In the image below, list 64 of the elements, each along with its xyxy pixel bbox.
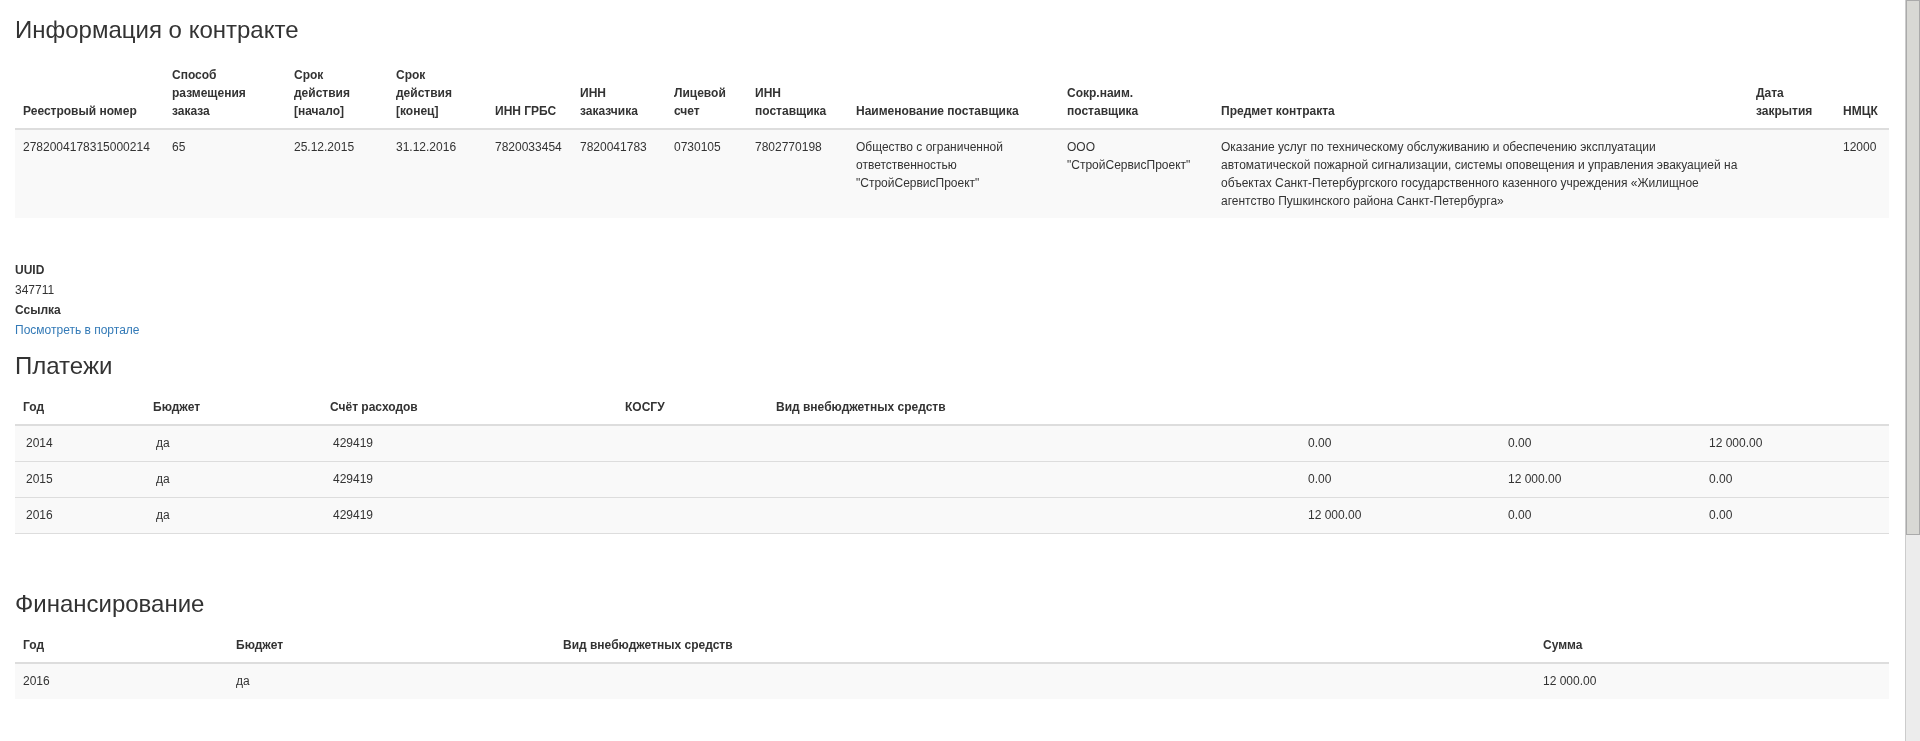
table-cell: 0.00 — [1308, 436, 1332, 450]
table-cell: 2016 — [26, 507, 53, 522]
field-value: 347711 — [15, 282, 55, 299]
column-header: Сокр.наим. поставщика — [1067, 86, 1139, 118]
column-header: Наименование поставщика — [856, 104, 1019, 118]
column-header: Лицевой счет — [674, 86, 726, 118]
column-header: Сумма — [1543, 637, 1583, 652]
column-header: Бюджет — [153, 400, 201, 414]
column-header: Вид внебюджетных средств — [563, 637, 733, 652]
table-cell: Оказание услуг по техническому обслуживанию и обеспечению эксплуатации автоматической пожарной сигнализации, системы оповещения и управления эвакуацией на объектах Санкт-Петербургского государственного казенного учреждения «Жилищное агентство Пушкинского района Санкт-Петербурга» — [1221, 140, 1738, 208]
column-header: ИНН заказчика — [580, 86, 638, 118]
column-header: КОСГУ — [625, 400, 665, 414]
column-header: Бюджет — [236, 637, 284, 652]
column-header: Год — [23, 400, 44, 414]
column-header: ИНН ГРБС — [495, 104, 557, 118]
field-label: Ссылка — [15, 302, 61, 319]
table-cell: 7820041783 — [580, 140, 647, 154]
table-cell: 12 000.00 — [1709, 436, 1763, 450]
table-cell: 31.12.2016 — [396, 140, 457, 154]
portal-link[interactable]: Посмотреть в портале — [15, 320, 140, 340]
table-cell: 0.00 — [1308, 471, 1332, 486]
column-header: Счёт расходов — [330, 400, 418, 414]
table-cell: 0.00 — [1709, 471, 1733, 486]
column-header: Дата закрытия — [1756, 86, 1813, 118]
section-heading: Финансирование — [15, 589, 206, 618]
table-cell: 25.12.2015 — [294, 140, 355, 154]
table-cell: 65 — [172, 140, 186, 154]
table-cell: да — [156, 471, 170, 486]
table-cell: 7820033454 — [495, 140, 562, 154]
column-header: НМЦК — [1843, 104, 1878, 118]
section-heading: Информация о контракте — [15, 16, 300, 44]
table-cell: 12 000.00 — [1508, 471, 1562, 486]
table-cell: Общество с ограниченной ответственностью "СтройСервисПроект" — [856, 140, 1003, 190]
table-cell: 0.00 — [1709, 507, 1733, 522]
column-header: ИНН поставщика — [755, 86, 827, 118]
field-label: UUID — [15, 262, 45, 279]
column-header: Год — [23, 637, 44, 652]
table-cell: да — [156, 507, 170, 522]
column-header: Реестровый номер — [23, 104, 137, 118]
table-cell: 0.00 — [1508, 507, 1532, 522]
table-cell: 0.00 — [1508, 436, 1532, 450]
table-cell: 0730105 — [674, 140, 721, 154]
table-cell: 2782004178315000214 — [23, 140, 150, 154]
table-cell: да — [156, 436, 170, 450]
table-cell: 2015 — [26, 471, 53, 486]
table-cell: 429419 — [333, 471, 374, 486]
column-header: Срок действия [начало] — [294, 68, 350, 118]
column-header: Предмет контракта — [1221, 104, 1335, 118]
column-header: Срок действия [конец] — [396, 68, 452, 118]
scrollbar[interactable] — [1905, 0, 1920, 741]
table-cell: 12 000.00 — [1543, 673, 1597, 688]
table-cell: ООО "СтройСервисПроект" — [1067, 140, 1191, 172]
table-cell: да — [236, 673, 250, 688]
table-cell: 2014 — [26, 436, 53, 450]
column-header: Способ размещения заказа — [172, 68, 246, 118]
scrollbar-thumb[interactable] — [1906, 0, 1920, 535]
table-cell: 429419 — [333, 436, 374, 450]
table-cell: 429419 — [333, 507, 374, 522]
table-cell: 12000 — [1843, 140, 1877, 154]
section-heading: Платежи — [15, 352, 114, 380]
column-header: Вид внебюджетных средств — [776, 400, 946, 414]
table-cell: 2016 — [23, 673, 50, 688]
table-cell: 7802770198 — [755, 140, 822, 154]
table-cell: 12 000.00 — [1308, 507, 1362, 522]
